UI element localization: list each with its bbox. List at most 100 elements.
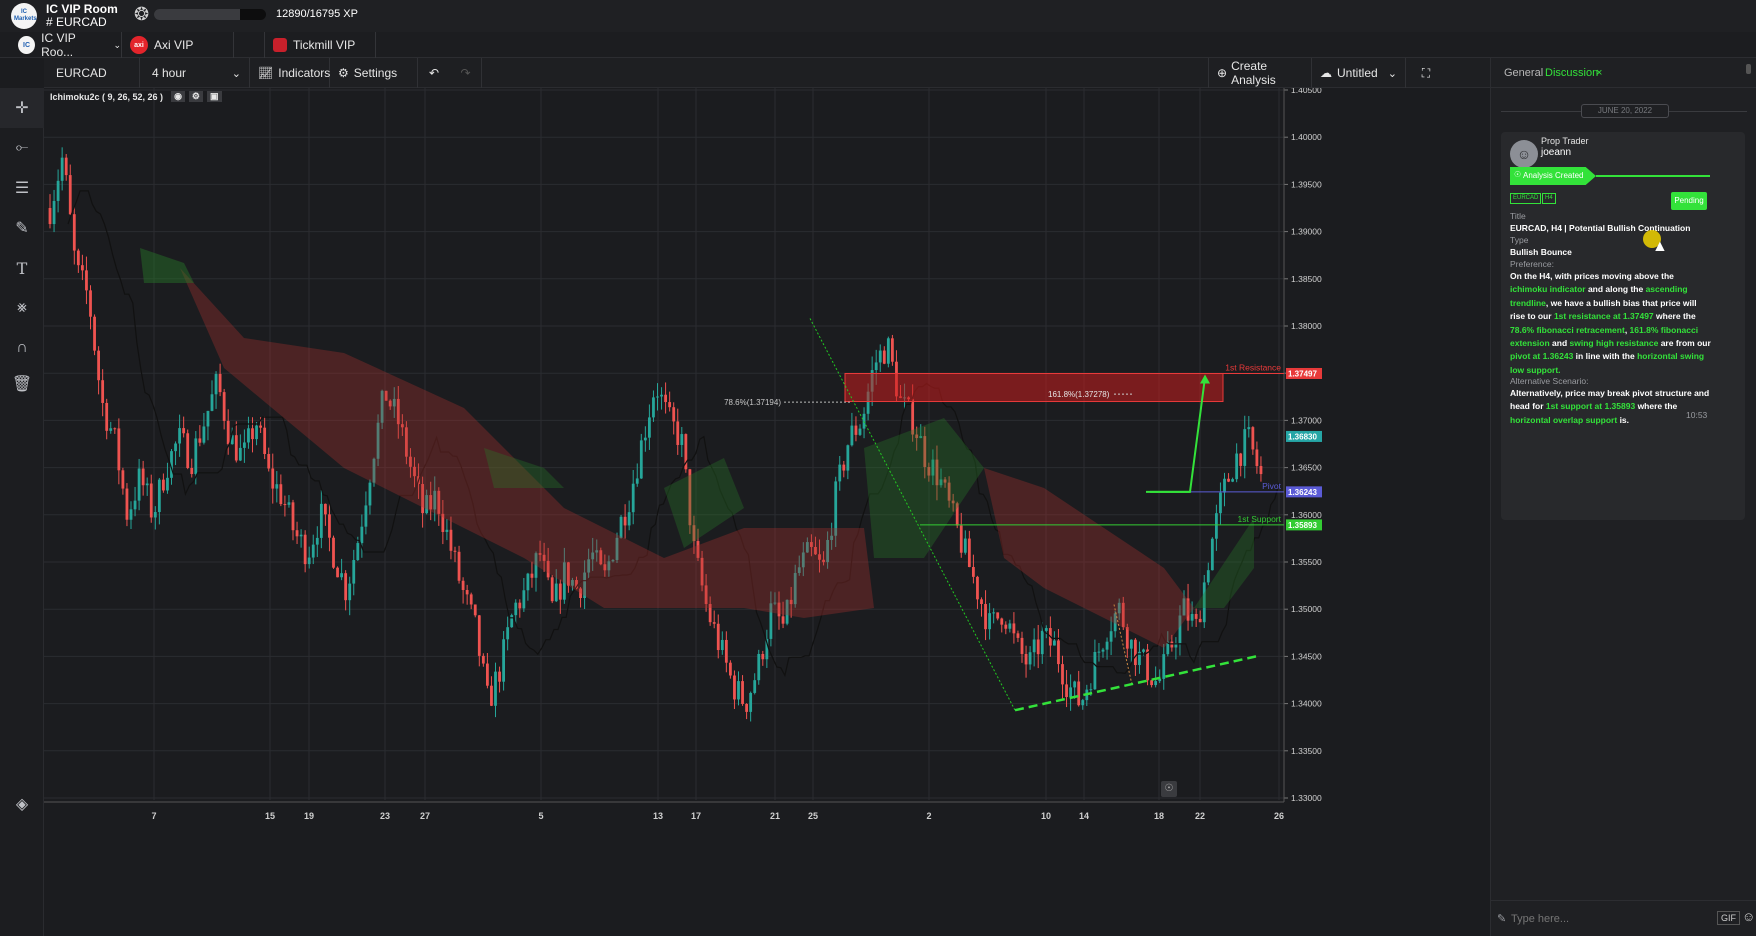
axi-logo-icon: axi bbox=[130, 36, 148, 54]
lightbulb-icon[interactable]: ☉ bbox=[1161, 781, 1177, 797]
candle-body bbox=[1008, 623, 1012, 629]
broker-tab-bar: IC IC VIP Roo... ⌄ axi Axi VIP Tickmill … bbox=[0, 31, 1756, 59]
fullscreen-button[interactable]: ⛶ bbox=[1406, 58, 1446, 88]
candle-body bbox=[210, 394, 214, 411]
pattern-tool[interactable]: ⨳ bbox=[0, 288, 44, 328]
broker-tab-ic[interactable]: IC IC VIP Roo... ⌄ bbox=[10, 31, 122, 59]
chevron-down-icon: ⌄ bbox=[231, 67, 241, 80]
candle-body bbox=[498, 671, 501, 682]
fullscreen-icon: ⛶ bbox=[1421, 65, 1431, 80]
brush-tool[interactable]: ✎ bbox=[0, 208, 44, 248]
candle-body bbox=[218, 373, 222, 393]
level-label: 1st Resistance bbox=[1225, 362, 1281, 372]
emoji-icon[interactable]: ☺ bbox=[1742, 909, 1755, 924]
magnet-tool[interactable]: ∩ bbox=[0, 328, 44, 368]
analysis-post-card[interactable]: ☺ Prop Trader joeann ☉ Analysis Created … bbox=[1501, 132, 1745, 520]
crosshair-icon: ✛ bbox=[15, 100, 29, 117]
side-tabs: General Discussion × bbox=[1491, 58, 1756, 88]
time-tick-label: 13 bbox=[653, 811, 663, 821]
body-text: in line with the bbox=[1573, 351, 1638, 362]
candle-body bbox=[882, 350, 886, 364]
cloud-icon: ☁ bbox=[1320, 66, 1332, 80]
author-name[interactable]: joeann bbox=[1541, 145, 1571, 160]
price-tag-label: 1.36243 bbox=[1288, 488, 1317, 497]
gear-icon[interactable]: ⚙ bbox=[188, 91, 203, 102]
crosshair-tool[interactable]: ✛ bbox=[0, 88, 44, 128]
indicator-legend[interactable]: Ichimoku2c ( 9, 26, 52, 26 ) ◉ ⚙ ▣ bbox=[50, 91, 222, 102]
body-text: and bbox=[1549, 338, 1570, 349]
candle-body bbox=[121, 470, 125, 489]
price-chart[interactable]: 1.40500 1.40000 1.39500 1.39000 1.38500 1.380… bbox=[44, 88, 1490, 926]
candle-body bbox=[720, 639, 724, 651]
trash-icon: 🗑︎ bbox=[11, 376, 33, 393]
magnet-icon: ∩ bbox=[16, 339, 28, 356]
candle-body bbox=[481, 655, 485, 664]
body-text: where the bbox=[1635, 401, 1678, 412]
broker-tab-axi[interactable]: axi Axi VIP bbox=[122, 32, 234, 58]
chart-svg[interactable]: 1.40500 1.40000 1.39500 1.39000 1.38500 1.380… bbox=[44, 88, 1490, 926]
status-badge[interactable]: Pending bbox=[1671, 192, 1707, 210]
symbol-selector[interactable]: EURCAD bbox=[44, 58, 140, 88]
indicators-button[interactable]: 📈︎ Indicators bbox=[250, 58, 330, 88]
close-icon[interactable]: × bbox=[1596, 67, 1602, 79]
candle-body bbox=[1040, 630, 1044, 655]
current-price-label: 1.36830 bbox=[1288, 432, 1317, 441]
tab-discussion[interactable]: Discussion bbox=[1545, 67, 1598, 79]
avatar[interactable]: ☺ bbox=[1510, 140, 1538, 168]
candle-body bbox=[643, 437, 647, 441]
candle-body bbox=[1235, 453, 1239, 480]
candle-body bbox=[206, 410, 210, 427]
broker-tab-tickmill[interactable]: Tickmill VIP bbox=[264, 32, 376, 58]
delete-tool[interactable]: 🗑︎ bbox=[0, 364, 44, 404]
fib-tool[interactable]: ☰ bbox=[0, 168, 44, 208]
redo-button[interactable]: ↷ bbox=[450, 58, 482, 88]
candle-body bbox=[311, 544, 315, 558]
price-tick-label: 1.35000 bbox=[1291, 604, 1322, 614]
body-text: and along the bbox=[1585, 284, 1646, 295]
candle-body bbox=[668, 402, 672, 408]
candle-body bbox=[332, 537, 335, 568]
ichimoku-cloud-bearish bbox=[984, 468, 1194, 648]
resistance-zone bbox=[844, 372, 1224, 403]
scrollbar-thumb[interactable] bbox=[1746, 64, 1751, 74]
chevron-down-icon[interactable]: ⌄ bbox=[113, 40, 121, 51]
trash-icon[interactable]: ▣ bbox=[207, 91, 222, 102]
candle-body bbox=[445, 529, 449, 532]
gif-button[interactable]: GIF bbox=[1717, 911, 1740, 925]
candle-body bbox=[522, 590, 526, 609]
candle-body bbox=[356, 543, 360, 561]
settings-button[interactable]: ⚙ Settings bbox=[330, 58, 418, 88]
timeframe-selector[interactable]: 4 hour ⌄ bbox=[140, 58, 250, 88]
message-input[interactable] bbox=[1511, 909, 1691, 929]
line-tool[interactable]: ⟜ bbox=[0, 128, 44, 168]
highlight-text: 78.6% fibonacci retracement bbox=[1510, 324, 1625, 335]
candle-body bbox=[1190, 613, 1194, 621]
fib-lines-icon: ☰ bbox=[14, 180, 30, 197]
candle-body bbox=[465, 589, 469, 595]
candle-body bbox=[352, 560, 356, 584]
layout-selector[interactable]: ☁ Untitled ⌄ bbox=[1312, 58, 1406, 88]
eye-icon[interactable]: ◉ bbox=[171, 91, 185, 102]
ichimoku-cloud-bearish bbox=[180, 268, 874, 618]
rank-badge-icon[interactable]: ❂ bbox=[134, 4, 149, 25]
create-analysis-button[interactable]: ⊕ Create Analysis bbox=[1208, 58, 1312, 88]
candle-body bbox=[202, 426, 206, 443]
candle-body bbox=[1016, 633, 1020, 638]
layers-tool[interactable]: ◈ bbox=[0, 784, 44, 824]
tab-general[interactable]: General bbox=[1504, 67, 1543, 79]
candle-body bbox=[315, 537, 319, 545]
candle-body bbox=[145, 483, 149, 486]
candle-body bbox=[639, 440, 643, 479]
xp-progress-bar bbox=[154, 9, 266, 20]
candle-body bbox=[486, 663, 489, 686]
room-logo[interactable]: IC Markets bbox=[11, 3, 37, 29]
undo-button[interactable]: ↶ bbox=[418, 58, 450, 88]
candle-body bbox=[1020, 637, 1024, 654]
symbol-label: EURCAD bbox=[56, 66, 107, 80]
status-progress-label: Analysis Created bbox=[1523, 171, 1584, 180]
candle-body bbox=[854, 425, 858, 435]
preference-text: On the H4, with prices moving above the … bbox=[1510, 270, 1712, 377]
candle-body bbox=[1093, 652, 1097, 690]
text-tool[interactable]: T bbox=[0, 248, 44, 288]
undo-icon: ↶ bbox=[428, 66, 440, 80]
